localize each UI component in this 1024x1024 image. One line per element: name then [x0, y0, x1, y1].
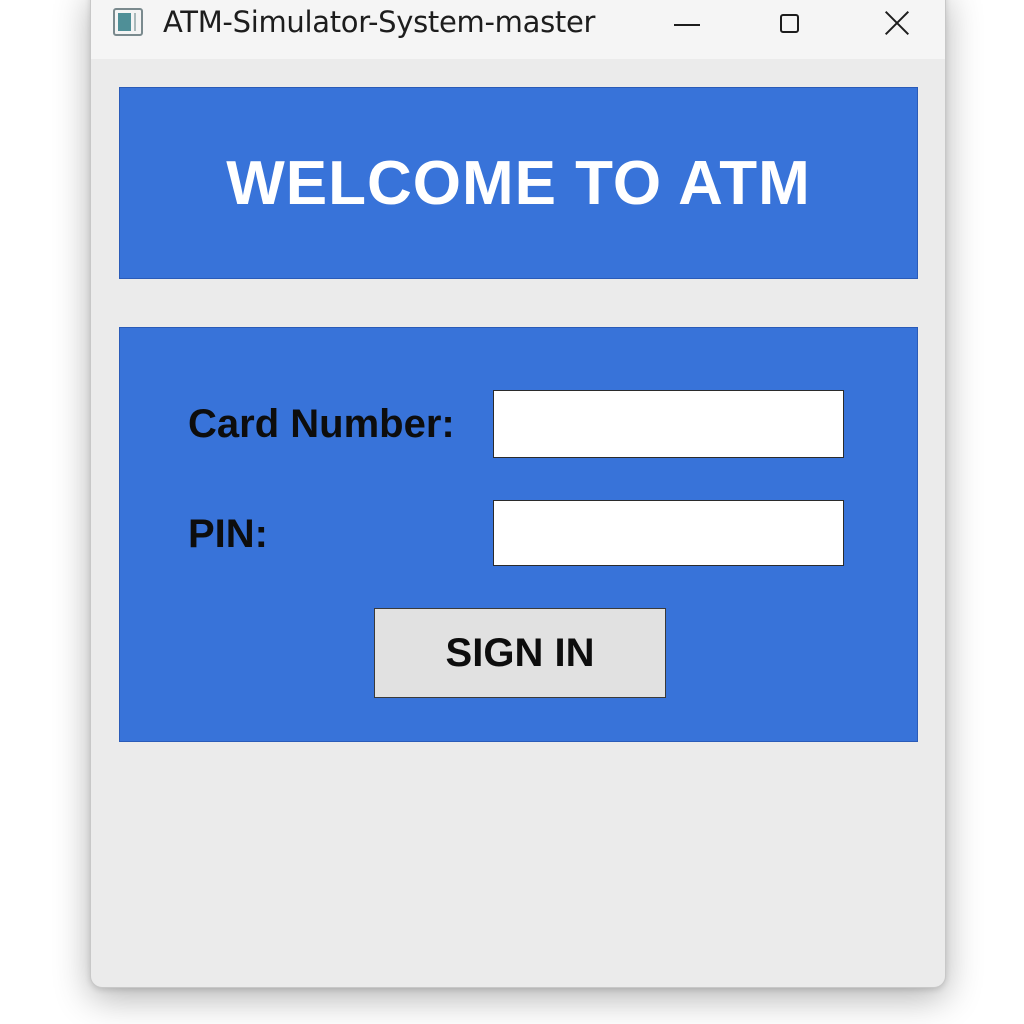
- close-icon: [883, 9, 911, 37]
- window-title: ATM-Simulator-System-master: [163, 5, 596, 39]
- card-number-input[interactable]: [493, 390, 844, 458]
- maximize-button[interactable]: [767, 3, 815, 47]
- pin-label: PIN:: [188, 512, 268, 556]
- pin-input[interactable]: [493, 500, 844, 566]
- sign-in-button[interactable]: SIGN IN: [374, 608, 666, 698]
- close-button[interactable]: [873, 3, 921, 47]
- banner-title: WELCOME TO ATM: [226, 148, 811, 218]
- title-bar: ATM-Simulator-System-master: [91, 0, 945, 59]
- welcome-banner: WELCOME TO ATM: [119, 87, 918, 279]
- minimize-icon: [674, 24, 700, 26]
- app-window-icon: [113, 8, 143, 36]
- card-number-label: Card Number:: [188, 402, 455, 446]
- app-window: ATM-Simulator-System-master WELCOME TO A…: [90, 0, 946, 988]
- login-panel: Card Number: PIN: SIGN IN: [119, 327, 918, 742]
- minimize-button[interactable]: [663, 3, 711, 47]
- maximize-icon: [780, 14, 799, 33]
